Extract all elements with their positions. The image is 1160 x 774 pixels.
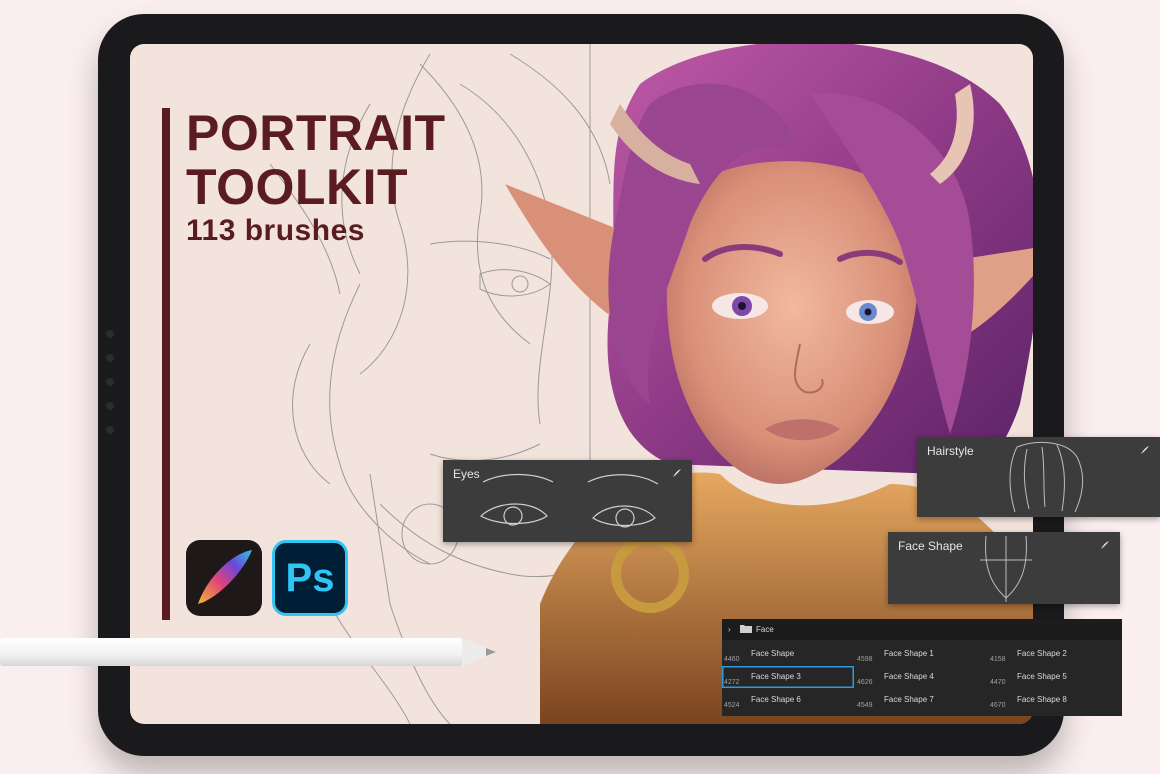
face-shape-preview [980, 535, 1032, 602]
promo-title-line2: TOOLKIT [186, 159, 409, 215]
brush-preset-item[interactable]: 4626 Face Shape 4 [855, 666, 987, 688]
brush-size: 4626 [857, 679, 873, 686]
brush-preset-item[interactable]: 4460 Face Shape [722, 643, 854, 665]
brush-size: 4460 [724, 656, 740, 663]
brush-preset-item[interactable]: 4524 Face Shape 6 [722, 689, 854, 711]
brush-preset-item-selected[interactable]: 4272 Face Shape 3 [722, 666, 854, 688]
chevron-right-icon: › [728, 625, 731, 634]
brush-preset-item[interactable]: 4158 Face Shape 2 [988, 643, 1120, 665]
brush-preset-item[interactable]: 4670 Face Shape 8 [988, 689, 1120, 711]
brush-size: 4598 [857, 656, 873, 663]
brush-name: Face Shape 2 [1017, 649, 1067, 658]
eyes-preview [480, 473, 659, 528]
brush-size: 4470 [990, 679, 1006, 686]
brush-name: Face Shape 5 [1017, 672, 1067, 681]
brush-name: Face Shape 7 [884, 695, 934, 704]
bezel-dot [106, 330, 114, 338]
brush-name: Face Shape 8 [1017, 695, 1067, 704]
brush-name: Face Shape [751, 649, 795, 658]
hairstyle-brush-panel[interactable]: Hairstyle [917, 437, 1160, 517]
bezel-dot [106, 378, 114, 386]
promo-subtitle: 113 brushes [186, 214, 365, 247]
brush-preset-item[interactable]: 4549 Face Shape 7 [855, 689, 987, 711]
hairstyle-preview [1009, 441, 1084, 513]
brush-name: Face Shape 4 [884, 672, 934, 681]
stylus-pencil [0, 638, 496, 666]
bezel-dot [106, 426, 114, 434]
brush-name: Face Shape 6 [751, 695, 801, 704]
bezel-dot [106, 354, 114, 362]
brush-size: 4670 [990, 702, 1006, 709]
photoshop-app-icon: Ps [272, 540, 348, 616]
brush-preset-item[interactable]: 4470 Face Shape 5 [988, 666, 1120, 688]
brush-folder-name: Face [756, 625, 774, 634]
brush-size: 4158 [990, 656, 1006, 663]
brush-preset-list[interactable]: › Face 4460 Face Shape 4598 Face Shape 1… [722, 619, 1122, 716]
brush-folder-header[interactable]: › Face [722, 619, 1122, 640]
brush-name: Face Shape 1 [884, 649, 934, 658]
brush-size: 4272 [724, 679, 740, 686]
brush-size: 4524 [724, 702, 740, 709]
bezel-dot [106, 402, 114, 410]
face-shape-brush-panel[interactable]: Face Shape [888, 532, 1120, 604]
folder-icon [740, 624, 752, 635]
brush-preset-item[interactable]: 4598 Face Shape 1 [855, 643, 987, 665]
eyes-brush-panel[interactable]: Eyes [443, 460, 692, 542]
promo-title-line1: PORTRAIT [186, 105, 446, 161]
accent-bar [162, 108, 170, 620]
procreate-app-icon [186, 540, 262, 616]
brush-size: 4549 [857, 702, 873, 709]
brush-name: Face Shape 3 [751, 672, 801, 681]
